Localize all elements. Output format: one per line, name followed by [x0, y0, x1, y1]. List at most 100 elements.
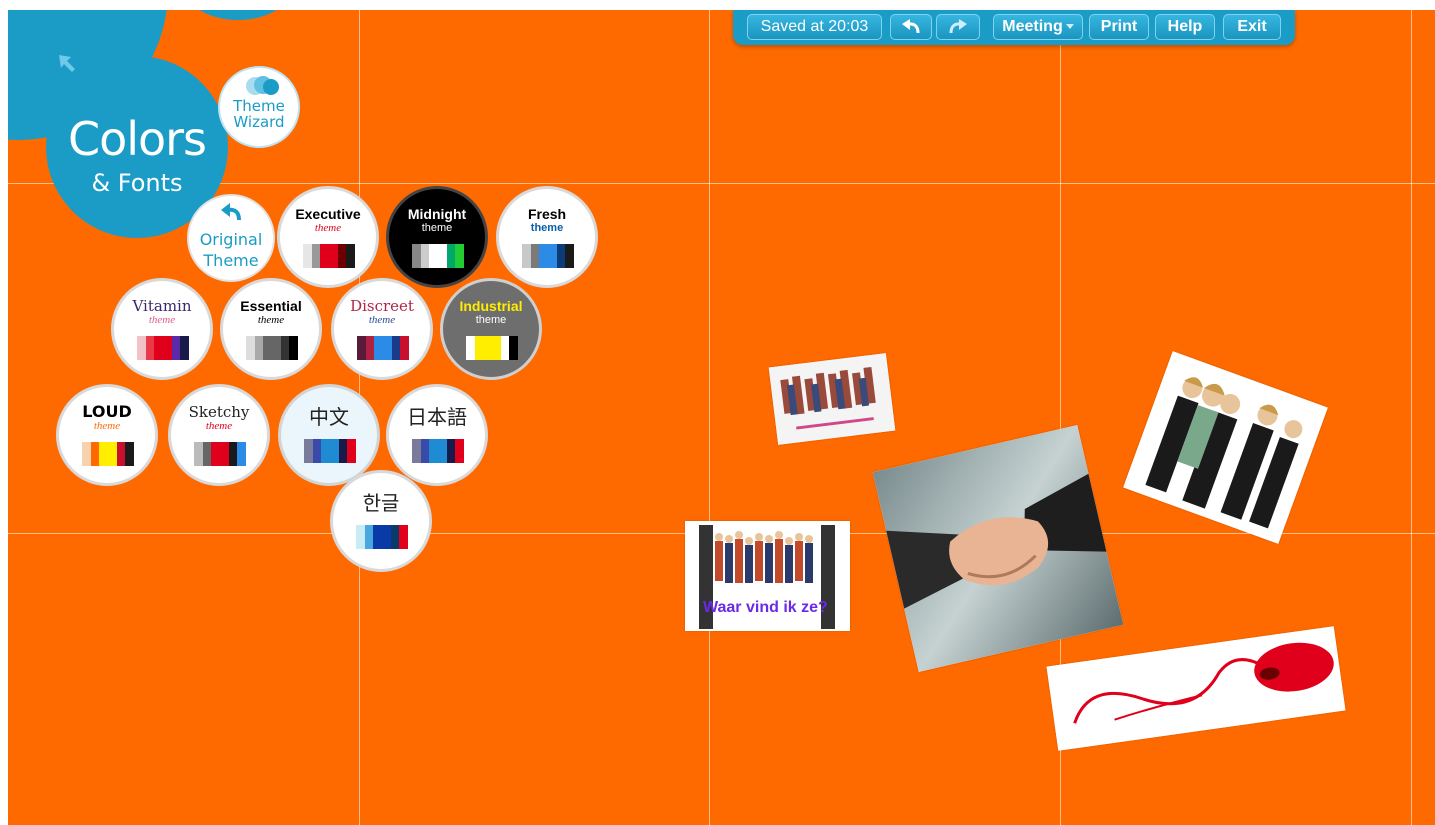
- undo-button[interactable]: [890, 14, 932, 40]
- swatch-color: [312, 439, 322, 463]
- swatch-color: [420, 439, 430, 463]
- swatch-color: [346, 244, 356, 268]
- theme-option-3[interactable]: Vitamin theme: [111, 278, 213, 380]
- mouse-image[interactable]: [1046, 626, 1346, 751]
- redo-button[interactable]: [936, 14, 980, 40]
- theme-name: 中文: [309, 405, 349, 429]
- theme-name: Sketchy: [188, 403, 250, 421]
- swatch-color: [237, 442, 247, 466]
- theme-subtitle: theme: [314, 222, 342, 234]
- swatch-color: [429, 439, 439, 463]
- theme-option-2[interactable]: Fresh theme: [496, 186, 598, 288]
- swatch-color: [399, 525, 409, 549]
- undo-arrow-icon: [221, 203, 241, 221]
- swatch-color: [211, 442, 221, 466]
- theme-subtitle: theme: [93, 420, 121, 432]
- swatch-color: [412, 439, 421, 463]
- swatch-color: [539, 244, 549, 268]
- theme-color-swatch: [82, 442, 135, 466]
- swatch-color: [383, 336, 392, 360]
- swatch-color: [429, 244, 439, 268]
- theme-name: Midnight: [407, 206, 467, 222]
- theme-subtitle: theme: [530, 222, 564, 234]
- swatch-color: [455, 439, 465, 463]
- theme-name: Essential: [240, 298, 302, 314]
- team-picture: [1123, 351, 1328, 544]
- swatch-color: [330, 439, 339, 463]
- swatch-color: [303, 244, 312, 268]
- theme-name: 한글: [362, 491, 400, 515]
- swatch-color: [99, 442, 109, 466]
- swatch-color: [338, 439, 348, 463]
- arrow-icon[interactable]: [57, 53, 79, 75]
- crowd-picture: [768, 353, 896, 445]
- swatch-color: [400, 336, 410, 360]
- swatch-color: [116, 442, 126, 466]
- theme-color-swatch: [194, 442, 247, 466]
- theme-option-7[interactable]: LOUD theme: [56, 384, 158, 486]
- computer-mouse-picture: [1046, 626, 1346, 751]
- theme-subtitle: theme: [148, 314, 176, 326]
- original-theme-button[interactable]: Original Theme: [187, 194, 275, 282]
- swatch-color: [556, 244, 566, 268]
- saved-status-button[interactable]: Saved at 20:03: [747, 14, 882, 40]
- slide-waar-vind-ik-ze[interactable]: Waar vind ik ze?: [685, 521, 850, 631]
- swatch-color: [347, 439, 357, 463]
- business-women-image[interactable]: [1123, 351, 1328, 544]
- panel-title: Colors: [67, 112, 207, 166]
- swatch-color: [500, 336, 510, 360]
- swatch-color: [137, 336, 146, 360]
- theme-option-8[interactable]: Sketchy theme: [168, 384, 270, 486]
- undo-arrow-icon: [902, 19, 920, 34]
- theme-option-6[interactable]: Industrial theme: [440, 278, 542, 380]
- handshake-image[interactable]: [872, 425, 1124, 672]
- grid-line: [1411, 10, 1412, 825]
- theme-color-swatch: [246, 336, 299, 360]
- swatch-color: [329, 244, 338, 268]
- swatch-color: [220, 442, 229, 466]
- swatch-color: [357, 336, 366, 360]
- swatch-color: [202, 442, 212, 466]
- swatch-color: [108, 442, 117, 466]
- theme-name: Discreet: [350, 297, 414, 315]
- theme-option-1[interactable]: Midnight theme: [386, 186, 488, 288]
- meeting-dropdown[interactable]: Meeting: [993, 14, 1083, 40]
- theme-option-9[interactable]: 中文: [278, 384, 380, 486]
- swatch-color: [356, 525, 365, 549]
- swatch-color: [446, 244, 456, 268]
- print-button[interactable]: Print: [1089, 14, 1149, 40]
- theme-name: LOUD: [82, 402, 132, 421]
- theme-option-5[interactable]: Discreet theme: [331, 278, 433, 380]
- crowd-image-small[interactable]: [768, 353, 896, 445]
- swatch-color: [145, 336, 155, 360]
- theme-option-10[interactable]: 日本語: [386, 384, 488, 486]
- swatch-color: [382, 525, 391, 549]
- theme-option-0[interactable]: Executive theme: [277, 186, 379, 288]
- swatch-color: [254, 336, 264, 360]
- theme-option-11[interactable]: 한글: [330, 470, 432, 572]
- swatch-color: [280, 336, 290, 360]
- panel-subtitle: & Fonts: [91, 169, 183, 197]
- color-bubbles-icon: [246, 76, 279, 95]
- theme-color-swatch: [356, 525, 409, 549]
- swatch-color: [82, 442, 91, 466]
- help-button[interactable]: Help: [1155, 14, 1215, 40]
- theme-color-swatch: [522, 244, 575, 268]
- slide-caption: Waar vind ik ze?: [703, 599, 828, 616]
- swatch-color: [446, 439, 456, 463]
- original-label-line1: Original: [199, 230, 263, 249]
- swatch-color: [548, 244, 557, 268]
- swatch-color: [263, 336, 273, 360]
- wizard-label-line1: Theme: [233, 97, 285, 115]
- exit-button[interactable]: Exit: [1223, 14, 1281, 40]
- theme-option-4[interactable]: Essential theme: [220, 278, 322, 380]
- theme-name: 日本語: [407, 405, 467, 429]
- top-toolbar: Saved at 20:03 Meeting Print Help Exit: [733, 10, 1295, 45]
- swatch-color: [180, 336, 190, 360]
- theme-wizard-button[interactable]: Theme Wizard: [218, 66, 300, 148]
- swatch-color: [420, 244, 430, 268]
- theme-color-swatch: [304, 439, 357, 463]
- theme-color-swatch: [466, 336, 519, 360]
- zoom-circle[interactable]: [183, 10, 293, 20]
- theme-name: Fresh: [527, 206, 567, 222]
